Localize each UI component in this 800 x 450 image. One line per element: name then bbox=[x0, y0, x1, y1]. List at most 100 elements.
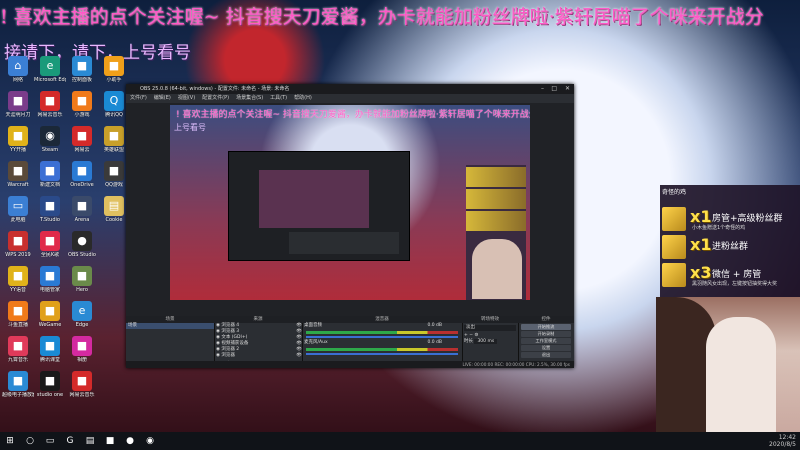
player-icon: ■ bbox=[8, 371, 28, 391]
desktop-icon[interactable]: ■ 腾讯课堂 bbox=[34, 336, 66, 363]
desktop-icon[interactable]: ■ 网易云音乐 bbox=[34, 91, 66, 118]
desktop-icon[interactable]: ■ 小助手 bbox=[98, 56, 130, 83]
obs-menubar: 文件(F) 编辑(E) 视图(V) 配置文件(P) 场景集合(S) 工具(T) 帮助(H) bbox=[126, 94, 574, 103]
desktop-icon[interactable]: ■ 电脑管家 bbox=[34, 266, 66, 293]
source-item[interactable]: ◉ 浏览器 👁 bbox=[214, 353, 302, 359]
desktop-icon[interactable]: ■ YY开播 bbox=[2, 126, 34, 153]
obs-titlebar[interactable]: OBS 25.0.8 (64-bit, windows) - 配置文件: 未命名… bbox=[126, 84, 574, 94]
desktop-icon-label: YY语音 bbox=[9, 287, 27, 293]
app-icon[interactable]: ■ bbox=[104, 435, 116, 447]
desktop-icon[interactable]: ■ Warcraft bbox=[2, 161, 34, 188]
desktop-icon[interactable]: ■ WPS 2019 bbox=[2, 231, 34, 258]
preview-banner-text: ! 喜欢主播的点个关注喔~ 抖音搜天刀爱酱，办卡就能加粉丝牌啦·紫轩居喵了个咪来… bbox=[176, 110, 530, 120]
nested-mixer bbox=[289, 232, 399, 254]
desktop-icon-label: 网易云 bbox=[74, 147, 90, 153]
control-button[interactable]: 开始推流 bbox=[521, 324, 571, 330]
control-button[interactable]: 工作室模式 bbox=[521, 338, 571, 344]
desktop-icon[interactable]: ■ 斗鱼直播 bbox=[2, 301, 34, 328]
transition-select[interactable]: 淡出 bbox=[464, 325, 516, 331]
tstudio-icon: ■ bbox=[40, 196, 60, 216]
classroom-icon: ■ bbox=[40, 336, 60, 356]
desktop-icon-label: OneDrive bbox=[70, 182, 94, 188]
camera-feed bbox=[656, 297, 800, 432]
yy-voice-icon: ■ bbox=[8, 266, 28, 286]
desktop-icon[interactable]: ⌂ 网络 bbox=[2, 56, 34, 83]
maximize-icon[interactable]: □ bbox=[551, 84, 557, 94]
desktop-icon[interactable]: ■ studio one bbox=[34, 371, 66, 398]
gift-icon bbox=[662, 207, 686, 231]
netease-icon[interactable]: ● bbox=[124, 435, 136, 447]
desktop-icon-label: 天涯明月刀 bbox=[5, 112, 31, 118]
start-icon[interactable]: ⊞ bbox=[4, 435, 16, 447]
menu-item[interactable]: 文件(F) bbox=[130, 95, 147, 101]
desktop-icon[interactable]: ■ 超级电子播放器 bbox=[2, 371, 34, 398]
dock-title: 转场特效 bbox=[462, 316, 518, 323]
obs-window[interactable]: OBS 25.0.8 (64-bit, windows) - 配置文件: 未命名… bbox=[126, 84, 574, 368]
desktop-icon-label: 此电脑 bbox=[10, 217, 26, 223]
desktop-icon[interactable]: ■ 控制面板 bbox=[66, 56, 98, 83]
desktop-icon[interactable]: ■ 网易云 bbox=[66, 126, 98, 153]
gift-text: 进粉丝群 bbox=[712, 242, 749, 252]
obs-preview[interactable]: ! 喜欢主播的点个关注喔~ 抖音搜天刀爱酱，办卡就能加粉丝牌啦·紫轩居喵了个咪来… bbox=[170, 105, 530, 300]
desktop-icon[interactable]: ■ YY语音 bbox=[2, 266, 34, 293]
desktop-icon-label: 新建文档 bbox=[39, 182, 60, 188]
desktop-icon[interactable]: ● OBS Studio bbox=[66, 231, 98, 258]
gift-icon bbox=[662, 263, 686, 287]
desktop-icon[interactable]: ■ 九霄音乐 bbox=[2, 336, 34, 363]
volume-slider[interactable] bbox=[306, 336, 458, 338]
hero-icon: ■ bbox=[72, 266, 92, 286]
source-label: 浏览器 4 bbox=[221, 323, 240, 328]
menu-item[interactable]: 配置文件(P) bbox=[202, 95, 229, 101]
close-icon[interactable]: ✕ bbox=[565, 84, 570, 94]
gift-multiplier: x1 bbox=[690, 235, 712, 254]
desktop-icon[interactable]: ■ T.Studio bbox=[34, 196, 66, 223]
desktop-icon[interactable]: ■ 新建文档 bbox=[34, 161, 66, 188]
desktop-icon[interactable]: ▭ 此电脑 bbox=[2, 196, 34, 223]
netease2-icon: ■ bbox=[72, 371, 92, 391]
desktop-icon[interactable]: ■ 相册 bbox=[66, 336, 98, 363]
volume-slider[interactable] bbox=[306, 353, 458, 355]
duration-input[interactable]: 300 ms bbox=[474, 339, 498, 344]
edge-icon: e bbox=[40, 56, 60, 76]
desktop-icon[interactable]: ■ 全民K歌 bbox=[34, 231, 66, 258]
desktop-icon[interactable]: ■ 网易云音乐 bbox=[66, 371, 98, 398]
shield-icon: ■ bbox=[40, 266, 60, 286]
music-icon: ■ bbox=[8, 336, 28, 356]
minimize-icon[interactable]: – bbox=[541, 84, 544, 94]
desktop-icon[interactable]: ■ OneDrive bbox=[66, 161, 98, 188]
control-button[interactable]: 退出 bbox=[521, 352, 571, 358]
minigame-icon: ■ bbox=[72, 91, 92, 111]
explorer-icon[interactable]: ▤ bbox=[84, 435, 96, 447]
desktop-icon-label: Hero bbox=[76, 287, 88, 293]
system-clock[interactable]: 12:42 2020/8/5 bbox=[769, 434, 796, 448]
desktop-icon[interactable]: eMicrosoft Edge bbox=[34, 56, 66, 83]
gift-row: x3 微信 + 房管 黑羽随风女出现，左键按钮抽奖得大奖 bbox=[662, 263, 798, 287]
menu-item[interactable]: 场景集合(S) bbox=[236, 95, 263, 101]
desktop-icon[interactable]: e Edge bbox=[66, 301, 98, 328]
menu-item[interactable]: 帮助(H) bbox=[294, 95, 312, 101]
obs-icon: ● bbox=[72, 231, 92, 251]
menu-item[interactable]: 视图(V) bbox=[178, 95, 195, 101]
menu-item[interactable]: 工具(T) bbox=[270, 95, 287, 101]
desktop-icon[interactable]: ■ Arena bbox=[66, 196, 98, 223]
desktop-icon-label: Warcraft bbox=[7, 182, 29, 188]
search-icon[interactable]: ○ bbox=[24, 435, 36, 447]
desktop-icon[interactable]: ■ Hero bbox=[66, 266, 98, 293]
gift-icon bbox=[662, 235, 686, 259]
desktop-icon[interactable]: ■ 天涯明月刀 bbox=[2, 91, 34, 118]
desktop-icon[interactable]: ◉ Steam bbox=[34, 126, 66, 153]
scene-item[interactable]: 场景 bbox=[126, 323, 214, 329]
desktop-icon-label: OBS Studio bbox=[68, 252, 96, 258]
dock-title: 场景 bbox=[126, 316, 214, 323]
taskview-icon[interactable]: ▭ bbox=[44, 435, 56, 447]
dock-title: 控件 bbox=[518, 316, 574, 323]
desktop-icon[interactable]: ■ WeGame bbox=[34, 301, 66, 328]
menu-item[interactable]: 编辑(E) bbox=[154, 95, 171, 101]
desktop-icon[interactable]: ■ 小游戏 bbox=[66, 91, 98, 118]
desktop-icon-label: WeGame bbox=[38, 322, 62, 328]
control-button[interactable]: 开始录制 bbox=[521, 331, 571, 337]
game-icon[interactable]: G bbox=[64, 435, 76, 447]
desktop-icon-label: 腾讯课堂 bbox=[39, 357, 60, 363]
control-button[interactable]: 设置 bbox=[521, 345, 571, 351]
obs-icon[interactable]: ◉ bbox=[144, 435, 156, 447]
